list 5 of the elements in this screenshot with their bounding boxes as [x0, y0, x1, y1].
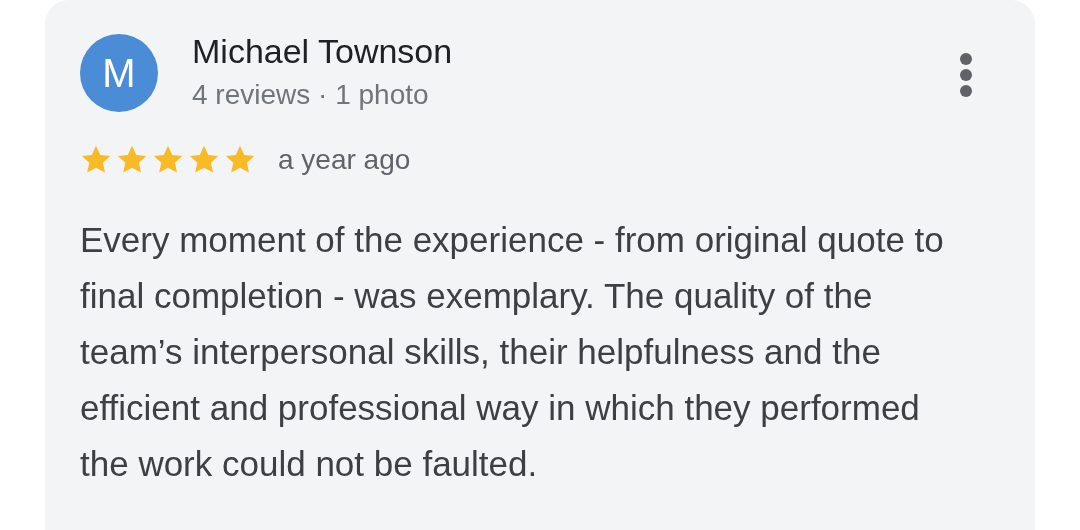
review-text: Every moment of the experience - from original quote to final completion - was exemplary. The quality of the team’s interpersonal skills, their helpfulness and the efficient and professional way in which they performed the work could not be faulted. [80, 219, 945, 485]
review-time: a year ago [278, 144, 411, 176]
review-meta: 4 reviews · 1 photo [192, 78, 430, 112]
more-options-icon[interactable] [959, 52, 973, 98]
author-name[interactable]: Michael Townson [192, 30, 453, 72]
